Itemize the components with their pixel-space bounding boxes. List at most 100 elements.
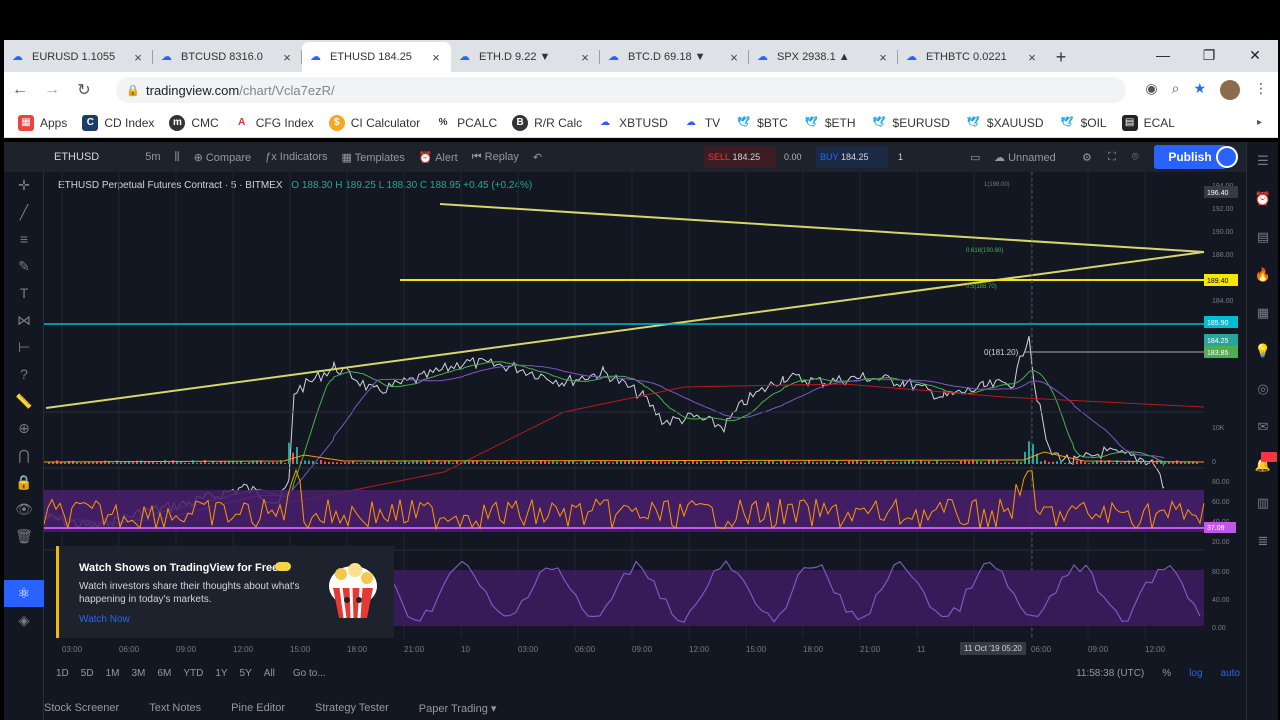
url-field[interactable]: 🔒 tradingview.com/chart/Vcla7ezR/ xyxy=(116,77,1126,103)
range-5y[interactable]: 5Y xyxy=(240,668,252,679)
sell-button[interactable]: SELL 184.25 xyxy=(704,146,776,168)
camera-icon[interactable]: ⌾ xyxy=(1132,151,1139,164)
tab-pine-editor[interactable]: Pine Editor xyxy=(231,702,285,714)
bookmark-apps[interactable]: ▦ Apps xyxy=(18,114,67,131)
browser-tab[interactable]: ☁ SPX 2938.1 ▲ × xyxy=(749,42,898,72)
close-tab-icon[interactable]: × xyxy=(727,50,741,65)
back-arrow-icon[interactable]: ← xyxy=(4,81,36,99)
bookmark-eth[interactable]: 🕊 $ETH xyxy=(802,114,856,131)
alert-button[interactable]: ⏰ Alert xyxy=(419,151,458,164)
close-tab-icon[interactable]: × xyxy=(429,50,443,65)
templates-button[interactable]: ▦ Templates xyxy=(342,151,405,164)
close-tab-icon[interactable]: × xyxy=(578,50,592,65)
reload-icon[interactable]: ↻ xyxy=(68,80,100,100)
brush-icon[interactable]: ✎ xyxy=(4,253,44,280)
zoom-icon[interactable]: ⌕ xyxy=(1172,80,1180,100)
minimize-icon[interactable]: — xyxy=(1140,40,1186,70)
bookmarks-overflow-icon[interactable]: ▸ xyxy=(1257,117,1262,128)
range-all[interactable]: All xyxy=(264,668,275,679)
prediction-icon[interactable]: ⊢ xyxy=(4,334,44,361)
ideas-bulb-icon[interactable]: 💡 xyxy=(1247,332,1279,370)
bookmark-btc[interactable]: 🕊 $BTC xyxy=(735,114,788,131)
symbol-search[interactable]: ETHUSD xyxy=(54,151,99,163)
range-5d[interactable]: 5D xyxy=(81,668,94,679)
bookmark-tv[interactable]: ☁ TV xyxy=(682,114,720,131)
watch-shows-promo[interactable]: Watch Shows on TradingView for Free Watc… xyxy=(56,546,394,638)
browser-tab[interactable]: ☁ EURUSD 1.1055 × xyxy=(4,42,153,72)
pitchfork-icon[interactable]: ≡ xyxy=(4,226,44,253)
range-3m[interactable]: 3M xyxy=(132,668,146,679)
utc-clock[interactable]: 11:58:38 (UTC) xyxy=(1076,668,1144,679)
alerts-clock-icon[interactable]: ⏰ xyxy=(1247,180,1279,218)
location-icon[interactable]: ◉ xyxy=(1145,80,1157,100)
bookmark-xbtusd[interactable]: ☁ XBTUSD xyxy=(597,114,668,131)
range-ytd[interactable]: YTD xyxy=(183,668,203,679)
tab-strategy-tester[interactable]: Strategy Tester xyxy=(315,702,389,714)
text-icon[interactable]: T xyxy=(4,280,44,307)
bookmark-cfg-index[interactable]: A CFG Index xyxy=(233,114,314,131)
maximize-icon[interactable]: ❐ xyxy=(1186,40,1232,70)
trendline-icon[interactable]: ╱ xyxy=(4,199,44,226)
quantity-field[interactable]: 1 xyxy=(898,146,903,168)
dom-icon[interactable]: ≣ xyxy=(1247,522,1279,560)
browser-tab-active[interactable]: ☁ ETHUSD 184.25 × xyxy=(302,42,451,72)
cloud-save-button[interactable]: ☁ Unnamed xyxy=(994,151,1056,164)
tab-text-notes[interactable]: Text Notes xyxy=(149,702,201,714)
bar-style-icon[interactable]: ⫼ xyxy=(175,151,180,164)
notifications-icon[interactable]: 🔔 xyxy=(1247,446,1279,484)
fullscreen-icon[interactable]: ⛶ xyxy=(1108,151,1116,164)
tab-paper-trading[interactable]: Paper Trading ▾ xyxy=(419,702,497,715)
tab-stock-screener[interactable]: Stock Screener xyxy=(44,702,119,714)
ruler-icon[interactable]: 📏 xyxy=(4,388,44,415)
percent-scale-toggle[interactable]: % xyxy=(1162,668,1171,679)
settings-gear-icon[interactable]: ⚙ xyxy=(1082,151,1092,164)
calculator-icon[interactable]: ▥ xyxy=(1247,484,1279,522)
lock-drawing-icon[interactable]: 🔒 xyxy=(4,469,44,496)
menu-kebab-icon[interactable]: ⋮ xyxy=(1254,80,1268,100)
range-6m[interactable]: 6M xyxy=(157,668,171,679)
interval-select[interactable]: 5m xyxy=(145,151,160,163)
chat-icon[interactable]: ✉ xyxy=(1247,408,1279,446)
favorites-icon[interactable]: ⚛ xyxy=(4,580,44,607)
browser-tab[interactable]: ☁ ETH.D 9.22 ▼ × xyxy=(451,42,600,72)
forward-arrow-icon[interactable]: → xyxy=(36,81,68,99)
publish-play-icon[interactable] xyxy=(1216,146,1238,168)
browser-tab[interactable]: ☁ BTC.D 69.18 ▼ × xyxy=(600,42,749,72)
zoom-in-icon[interactable]: ⊕ xyxy=(4,415,44,442)
bookmark-ecal[interactable]: ▤ ECAL xyxy=(1121,114,1175,131)
help-icon[interactable]: ? xyxy=(4,361,44,388)
watchlist-icon[interactable]: ☰ xyxy=(1247,142,1279,180)
auto-scale-toggle[interactable]: auto xyxy=(1221,668,1240,679)
close-window-icon[interactable]: ✕ xyxy=(1232,40,1278,70)
bookmark-xauusd[interactable]: 🕊 $XAUUSD xyxy=(964,114,1044,131)
watch-now-link[interactable]: Watch Now xyxy=(79,614,130,625)
new-tab-button[interactable]: + xyxy=(1047,42,1075,72)
bookmark-star-icon[interactable]: ★ xyxy=(1193,80,1206,100)
buy-button[interactable]: BUY 184.25 xyxy=(816,146,888,168)
calendar-icon[interactable]: ▦ xyxy=(1247,294,1279,332)
bookmark-oil[interactable]: 🕊 $OIL xyxy=(1058,114,1107,131)
range-1y[interactable]: 1Y xyxy=(215,668,227,679)
goto-date-button[interactable]: Go to... xyxy=(293,668,326,679)
trash-icon[interactable]: 🗑 xyxy=(4,523,44,550)
close-tab-icon[interactable]: × xyxy=(876,50,890,65)
bookmark-rr-calc[interactable]: B R/R Calc xyxy=(512,114,582,131)
replay-button[interactable]: ⏮ Replay xyxy=(472,151,519,164)
time-axis[interactable]: 03:00 06:00 09:00 12:00 15:00 18:00 21:00 10 03:… xyxy=(44,642,1204,658)
crosshair-icon[interactable]: ✛ xyxy=(4,172,44,199)
layout-icon[interactable]: ▭ xyxy=(970,151,980,164)
browser-tab[interactable]: ☁ ETHBTC 0.0221 × xyxy=(898,42,1047,72)
range-1d[interactable]: 1D xyxy=(56,668,69,679)
undo-icon[interactable]: ↶ xyxy=(533,151,542,164)
close-tab-icon[interactable]: × xyxy=(1025,50,1039,65)
collapse-icon[interactable]: ◈ xyxy=(4,607,44,634)
compare-button[interactable]: ⊕ Compare xyxy=(194,151,252,164)
browser-tab[interactable]: ☁ BTCUSD 8316.0 × xyxy=(153,42,302,72)
indicators-button[interactable]: ƒx Indicators xyxy=(265,151,327,163)
close-tab-icon[interactable]: × xyxy=(131,50,145,65)
bookmark-pcalc[interactable]: % PCALC xyxy=(435,114,497,131)
bookmark-eurusd[interactable]: 🕊 $EURUSD xyxy=(870,114,950,131)
range-1m[interactable]: 1M xyxy=(106,668,120,679)
bookmark-cmc[interactable]: m CMC xyxy=(169,114,219,131)
profile-avatar[interactable] xyxy=(1220,80,1240,100)
